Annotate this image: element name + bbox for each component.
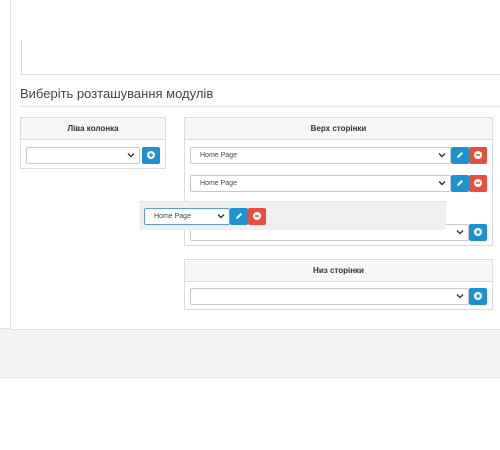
top-page-remove-button[interactable] xyxy=(469,147,487,164)
upper-form-frame xyxy=(21,40,500,75)
dragging-remove-button[interactable] xyxy=(248,208,266,225)
top-page-select-value: Home Page xyxy=(200,152,237,159)
section-divider xyxy=(20,106,500,107)
top-page-module-select[interactable]: Home Page xyxy=(190,147,451,164)
minus-circle-icon xyxy=(253,212,261,220)
dragging-module-select[interactable]: Home Page xyxy=(144,208,230,225)
top-page-select-value: Home Page xyxy=(200,180,237,187)
dragging-select-value: Home Page xyxy=(154,213,191,220)
left-column-add-button[interactable] xyxy=(142,147,160,164)
page-footer-band xyxy=(0,328,500,378)
dragging-edit-button[interactable] xyxy=(230,208,248,225)
top-page-add-button[interactable] xyxy=(469,224,487,241)
bottom-page-add-button[interactable] xyxy=(469,288,487,305)
top-page-edit-button[interactable] xyxy=(451,175,469,192)
pencil-icon xyxy=(457,152,463,158)
plus-circle-icon xyxy=(474,292,482,300)
chevron-down-icon xyxy=(127,148,136,163)
dragging-module-row[interactable]: Home Page xyxy=(140,201,446,230)
minus-circle-icon xyxy=(474,179,482,187)
top-page-module-select[interactable]: Home Page xyxy=(190,175,451,192)
bottom-page-heading: Низ сторінки xyxy=(185,260,492,282)
pencil-icon xyxy=(457,180,463,186)
left-column-panel: Ліва колонка xyxy=(20,117,166,169)
left-column-heading: Ліва колонка xyxy=(21,118,165,140)
pencil-icon xyxy=(236,213,242,219)
section-title: Виберіть розташування модулів xyxy=(20,86,214,101)
bottom-page-module-select[interactable] xyxy=(190,288,469,305)
plus-circle-icon xyxy=(147,151,155,159)
top-page-heading: Верх сторінки xyxy=(185,118,492,140)
left-column-module-select[interactable] xyxy=(26,147,140,164)
chevron-down-icon xyxy=(438,148,447,163)
minus-circle-icon xyxy=(474,151,482,159)
chevron-down-icon xyxy=(217,209,226,224)
plus-circle-icon xyxy=(474,228,482,236)
chevron-down-icon xyxy=(456,289,465,304)
chevron-down-icon xyxy=(438,176,447,191)
top-page-remove-button[interactable] xyxy=(469,175,487,192)
chevron-down-icon xyxy=(456,225,465,240)
bottom-page-panel: Низ сторінки xyxy=(184,259,493,310)
top-page-edit-button[interactable] xyxy=(451,147,469,164)
